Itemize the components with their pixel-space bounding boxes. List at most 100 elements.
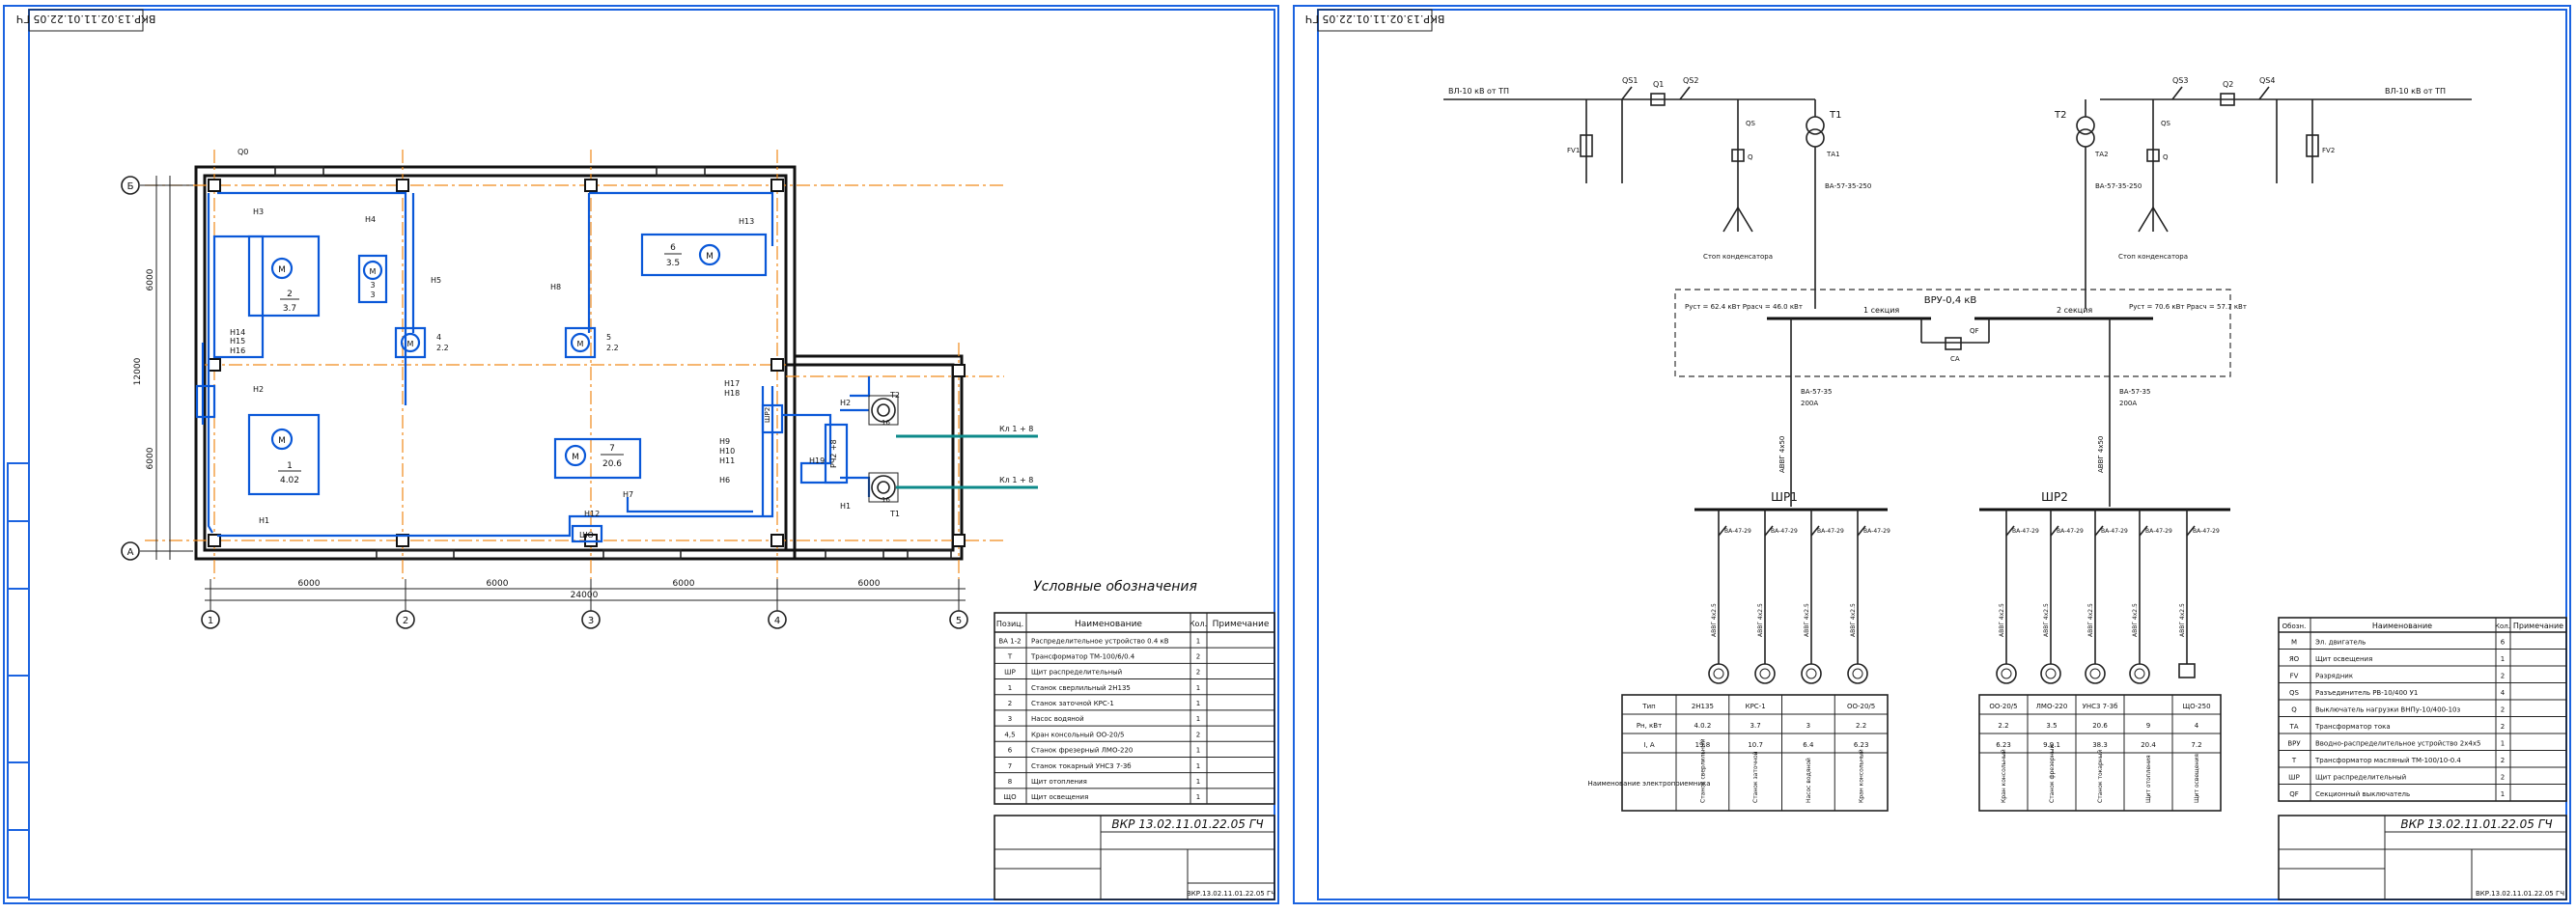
- svg-text:М: М: [577, 340, 584, 348]
- motor-icon: [2085, 663, 2106, 684]
- legend2-qty: 6: [2501, 638, 2506, 646]
- legend2-pos: ТА: [2288, 723, 2298, 731]
- table-cell-current: 10.7: [1748, 741, 1763, 749]
- svg-text:Q: Q: [1748, 153, 1753, 161]
- legend1-name: Щит распределительный: [1031, 669, 1122, 677]
- legend2-name: Трансформатор тока: [2314, 723, 2391, 731]
- svg-text:М: М: [370, 267, 377, 276]
- table-cell-name: Станок фрезерный: [2049, 745, 2056, 803]
- legend1-pos: 3: [1008, 715, 1012, 723]
- svg-text:4: 4: [436, 333, 441, 342]
- svg-text:Наименование: Наименование: [2372, 622, 2432, 630]
- sheet-1-side-strip: [7, 462, 30, 899]
- legend1-pos: ЩО: [1003, 793, 1017, 801]
- svg-text:Б: Б: [127, 181, 134, 192]
- svg-text:5: 5: [606, 333, 611, 342]
- svg-text:QS1: QS1: [1622, 76, 1638, 85]
- legend2-pos: Т: [2291, 757, 2297, 764]
- svg-text:Н4: Н4: [365, 215, 376, 224]
- feeder-labels: Н3 Н4 Н5 Н13 Н8 Н14 Н15 Н16 Н2 Н17 Н18 Н…: [230, 148, 851, 525]
- svg-text:Т2: Т2: [2054, 110, 2066, 121]
- legend2-name: Трансформатор масляный ТМ-100/10-0.4: [2314, 757, 2461, 764]
- svg-text:ВКР 13.02.11.01.22.05 ГЧ: ВКР 13.02.11.01.22.05 ГЧ: [2400, 817, 2552, 831]
- motor-icon: [1754, 663, 1776, 684]
- svg-text:Н12: Н12: [584, 510, 600, 518]
- svg-text:РЧ2 +8: РЧ2 +8: [829, 439, 838, 468]
- svg-text:АВВГ 4х50: АВВГ 4х50: [2097, 436, 2105, 473]
- motor-icon: [1847, 663, 1868, 684]
- svg-text:1 секция: 1 секция: [1863, 306, 1899, 315]
- svg-text:2.2: 2.2: [436, 344, 449, 352]
- svg-text:6000: 6000: [146, 268, 155, 290]
- svg-text:Н1: Н1: [840, 502, 851, 511]
- lighting-panel-icon: [2178, 663, 2196, 678]
- svg-text:ТА2: ТА2: [2094, 151, 2109, 158]
- sheet-2-top-stamp: ВКР.13.02.11.01.22.05 ГЧ: [1305, 13, 1445, 25]
- svg-text:М: М: [278, 265, 286, 275]
- motor-icon: [1708, 663, 1729, 684]
- svg-text:24000: 24000: [571, 591, 599, 600]
- machine-5: [640, 233, 768, 277]
- legend2-qty: 2: [2501, 757, 2505, 764]
- legend1-qty: 1: [1196, 684, 1200, 692]
- legend-sheet-1: Условные обозначения Позиц. Наименование…: [994, 579, 1275, 805]
- legend1-pos: ВА 1-2: [998, 637, 1021, 645]
- svg-text:5: 5: [956, 616, 962, 626]
- legend1-qty: 1: [1196, 715, 1200, 723]
- svg-text:Примечание: Примечание: [1213, 620, 1270, 629]
- svg-text:4.02: 4.02: [280, 476, 299, 485]
- svg-text:Кл 1 + 8: Кл 1 + 8: [999, 425, 1033, 433]
- svg-text:6000: 6000: [146, 447, 155, 469]
- legend1-qty: 1: [1196, 793, 1200, 801]
- table-cell-name: Станок заточной: [1752, 751, 1759, 803]
- svg-text:Pуст = 62.4 кВт Pрасч = 46.0: Pуст = 62.4 кВт Pрасч = 46.0 кВт: [1685, 303, 1803, 311]
- load-table: Тип Pн, кВт I, А Наименование электроприемн…: [1587, 694, 2222, 812]
- structural-columns: [208, 179, 966, 547]
- legend2-name: Щит распределительный: [2315, 773, 2406, 781]
- svg-text:Т1: Т1: [1829, 110, 1841, 121]
- legend2-pos: M: [2291, 638, 2297, 646]
- table-cell-current: 7.2: [2191, 741, 2201, 749]
- svg-text:2 секция: 2 секция: [2057, 306, 2092, 315]
- legend1-name: Щит отопления: [1031, 778, 1087, 786]
- svg-text:ВЛ-10 кВ от ТП: ВЛ-10 кВ от ТП: [1448, 87, 1509, 96]
- table-cell-name: Станок токарный: [2097, 750, 2104, 803]
- feeder-cable-label: АВВГ 4х2.5: [1711, 603, 1718, 637]
- svg-text:Н7: Н7: [623, 490, 633, 499]
- svg-text:12000: 12000: [133, 357, 143, 385]
- svg-text:QS: QS: [1746, 120, 1756, 127]
- legend1-pos: 1: [1008, 684, 1012, 692]
- svg-text:ВА-57-35-250: ВА-57-35-250: [1825, 182, 1871, 190]
- table-cell-type: КРС-1: [1746, 703, 1766, 710]
- table-cell-power: 4.0.2: [1694, 722, 1711, 730]
- legend2-pos: QF: [2289, 790, 2299, 798]
- legend1-pos: 6: [1008, 747, 1013, 755]
- svg-text:ШР1: ШР1: [1771, 490, 1798, 504]
- legend1-qty: 1: [1196, 637, 1200, 645]
- legend2-name: Вводно-распределительное устройство 2х4х…: [2315, 739, 2480, 747]
- svg-text:QS4: QS4: [2259, 76, 2275, 85]
- sheet-2: ВКР.13.02.11.01.22.05 ГЧ ВЛ-10 кВ от ТП …: [1293, 5, 2571, 904]
- svg-text:ШО: ШО: [579, 531, 594, 540]
- svg-text:ВРУ-0,4 кВ: ВРУ-0,4 кВ: [1924, 295, 1977, 306]
- feeder-cable-label: АВВГ 4х2.5: [1757, 603, 1764, 637]
- table-row-label: Наименование электроприемника: [1587, 780, 1710, 788]
- feeder-breaker-label: ВА-47-29: [2012, 528, 2039, 535]
- legend1-qty: 1: [1196, 700, 1200, 707]
- svg-text:ВКР.13.02.11.01.22.05 ГЧ: ВКР.13.02.11.01.22.05 ГЧ: [2476, 890, 2564, 898]
- legend1-pos: ШР: [1004, 669, 1016, 677]
- legend1-pos: 2: [1008, 700, 1012, 707]
- svg-text:1: 1: [208, 616, 213, 626]
- legend2-name: Эл. двигатель: [2315, 638, 2366, 646]
- legend2-qty: 2: [2501, 773, 2505, 781]
- table-cell-power: 2.2: [1856, 722, 1866, 730]
- svg-text:Стоп конденсатора: Стоп конденсатора: [2118, 253, 2188, 261]
- vru-section: ВРУ-0,4 кВ 1 секция 2 секция Pуст = 62.4…: [1674, 289, 2247, 507]
- feeder-breaker-label: ВА-47-29: [1724, 528, 1751, 535]
- legend1-name: Кран консольный ОО-20/5: [1031, 731, 1124, 738]
- table-row-label: Pн, кВт: [1637, 722, 1662, 730]
- svg-text:А: А: [127, 547, 134, 558]
- legend2-name: Секционный выключатель: [2315, 790, 2410, 798]
- motor-icon: [2129, 663, 2150, 684]
- legend1-pos: 4,5: [1004, 731, 1015, 738]
